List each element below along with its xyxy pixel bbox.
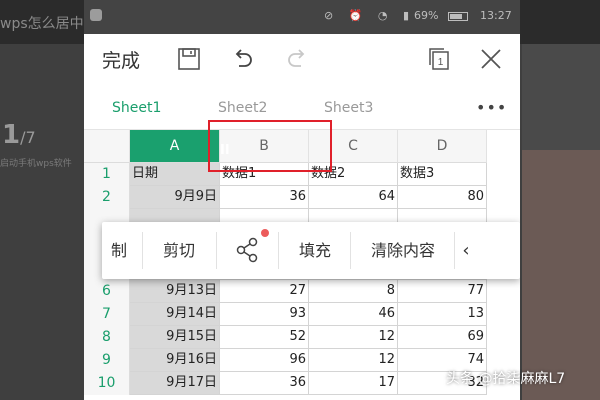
cell[interactable]: 69	[398, 326, 487, 349]
cell[interactable]: 96	[220, 349, 309, 372]
cut-menu-item[interactable]: 剪切	[146, 222, 212, 279]
grid-corner[interactable]	[84, 130, 130, 163]
copy-menu-item[interactable]: 制	[102, 222, 136, 279]
undo-icon[interactable]	[228, 44, 258, 74]
fill-menu-item[interactable]: 填充	[282, 222, 348, 279]
row-header[interactable]: 7	[84, 303, 130, 326]
battery-percent: 69%	[414, 9, 439, 22]
tab-sheet2[interactable]: Sheet2	[218, 100, 267, 116]
context-menu: 制 剪切 填充 清除内容 ‹	[102, 222, 520, 279]
cell[interactable]: 17	[309, 372, 398, 395]
cell[interactable]: 12	[309, 349, 398, 372]
cell[interactable]: 9月13日	[130, 280, 220, 303]
row-header[interactable]: 6	[84, 280, 130, 303]
column-header-d[interactable]: D	[398, 130, 487, 163]
cell[interactable]: 36	[220, 186, 309, 209]
background-page-counter: 1/7	[2, 120, 36, 150]
cell[interactable]: 93	[220, 303, 309, 326]
cell[interactable]: 9月9日	[130, 186, 220, 209]
row-header[interactable]: 8	[84, 326, 130, 349]
background-description: 启动手机wps软件	[0, 159, 72, 169]
cell[interactable]: 13	[398, 303, 487, 326]
notification-dot	[261, 229, 269, 237]
save-icon[interactable]	[174, 44, 204, 74]
cell[interactable]: 9月17日	[130, 372, 220, 395]
row-header[interactable]: 1	[84, 163, 130, 186]
page-current: 1	[2, 120, 21, 150]
close-icon[interactable]	[476, 44, 506, 74]
cell[interactable]: 52	[220, 326, 309, 349]
menu-divider	[350, 232, 351, 269]
menu-divider	[142, 232, 143, 269]
menu-divider	[216, 232, 217, 269]
background-photo	[522, 150, 600, 400]
column-header-a[interactable]: A	[130, 130, 220, 163]
window-icon[interactable]: 1	[424, 44, 454, 74]
row-header[interactable]: 9	[84, 349, 130, 372]
watermark: 头条 @拾柒麻麻L7	[446, 371, 566, 387]
cell[interactable]: 27	[220, 280, 309, 303]
clock: 13:27	[480, 9, 512, 22]
tab-sheet1[interactable]: Sheet1	[112, 100, 161, 116]
window-count: 1	[438, 57, 444, 68]
cell[interactable]: 46	[309, 303, 398, 326]
menu-divider	[278, 232, 279, 269]
editor-toolbar: 完成 1	[84, 34, 520, 84]
phone-screen: ⊘ ⏰ ◔ ▮ 69% 13:27 完成 1 Sheet1 Sheet2 She…	[84, 0, 520, 400]
cell[interactable]: 9月16日	[130, 349, 220, 372]
cell[interactable]: 64	[309, 186, 398, 209]
cell[interactable]: 12	[309, 326, 398, 349]
cell[interactable]: 9月15日	[130, 326, 220, 349]
app-notification-icon	[90, 9, 102, 21]
more-options-button[interactable]: •••	[476, 98, 507, 117]
cell[interactable]: 数据3	[398, 163, 487, 186]
done-button[interactable]: 完成	[102, 46, 140, 73]
row-header[interactable]: 10	[84, 372, 130, 395]
page-total: /7	[20, 128, 36, 147]
clear-content-menu-item[interactable]: 清除内容	[354, 222, 452, 279]
status-icons: ⊘ ⏰ ◔ ▮	[324, 9, 416, 22]
cell[interactable]: 80	[398, 186, 487, 209]
cell[interactable]: 9月14日	[130, 303, 220, 326]
tab-sheet3[interactable]: Sheet3	[324, 100, 373, 116]
background-title: wps怎么居中	[0, 16, 84, 32]
cell[interactable]: 77	[398, 280, 487, 303]
annotation-highlight	[208, 120, 332, 172]
cell[interactable]: 8	[309, 280, 398, 303]
redo-icon[interactable]	[282, 44, 312, 74]
cell[interactable]: 日期	[130, 163, 220, 186]
status-bar: ⊘ ⏰ ◔ ▮ 69% 13:27	[84, 0, 520, 34]
row-header[interactable]: 2	[84, 186, 130, 209]
battery-icon	[448, 12, 468, 21]
cell[interactable]: 36	[220, 372, 309, 395]
chevron-left-icon[interactable]: ‹	[454, 222, 478, 279]
